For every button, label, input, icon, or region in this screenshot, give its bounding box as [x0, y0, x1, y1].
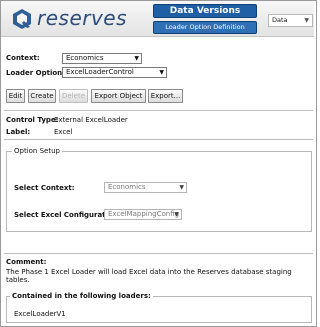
divider [4, 110, 313, 111]
select-context-label: Select Context: [14, 184, 75, 192]
chevron-down-icon: ▼ [174, 211, 179, 218]
chevron-down-icon: ▼ [159, 69, 164, 76]
control-type-value: External ExcelLoader [54, 116, 128, 124]
divider [4, 253, 313, 254]
export-object-button[interactable]: Export Object [91, 89, 146, 103]
context-select-value: Economics [66, 54, 104, 62]
select-excel-config-dropdown[interactable]: ExcelMappingConfig ▼ [104, 209, 182, 220]
page-title-tab[interactable]: Loader Option Definition [153, 21, 257, 34]
app-header: reserves Data Versions Loader Option Def… [1, 1, 314, 37]
loader-options-select-value: ExcelLoaderControl [66, 68, 134, 76]
context-label: Context: [6, 54, 40, 62]
chevron-down-icon: ▼ [134, 55, 139, 62]
export-more-button[interactable]: Export... [148, 89, 183, 103]
logo-text: reserves [37, 6, 128, 30]
comment-text: The Phase 1 Excel Loader will load Excel… [6, 268, 292, 284]
label-value: Excel [54, 128, 73, 136]
data-select-value: Data [272, 16, 288, 24]
select-context-value: Economics [108, 183, 146, 191]
select-excel-config-value: ExcelMappingConfig [108, 210, 180, 218]
create-button[interactable]: Create [28, 89, 56, 103]
loader-item[interactable]: ExcelLoaderV1 [14, 310, 66, 318]
chevron-down-icon: ▼ [179, 184, 184, 191]
comment-label: Comment: [6, 258, 47, 266]
loaders-legend: Contained in the following loaders: [10, 292, 153, 300]
loader-options-select[interactable]: ExcelLoaderControl ▼ [62, 67, 167, 78]
loader-options-label: Loader Options: [6, 69, 70, 77]
control-type-label: Control Type: [6, 116, 59, 124]
divider [4, 139, 313, 140]
context-select[interactable]: Economics ▼ [62, 53, 142, 64]
reserves-logo-icon [13, 9, 31, 29]
data-select[interactable]: Data ▼ [268, 14, 313, 27]
app-title-tab[interactable]: Data Versions [153, 4, 257, 18]
chevron-down-icon: ▼ [304, 17, 309, 24]
option-setup-legend: Option Setup [12, 147, 62, 155]
edit-button[interactable]: Edit [6, 89, 25, 103]
label-label: Label: [6, 128, 31, 136]
select-context-dropdown[interactable]: Economics ▼ [104, 182, 187, 193]
delete-button[interactable]: Delete [59, 89, 88, 103]
